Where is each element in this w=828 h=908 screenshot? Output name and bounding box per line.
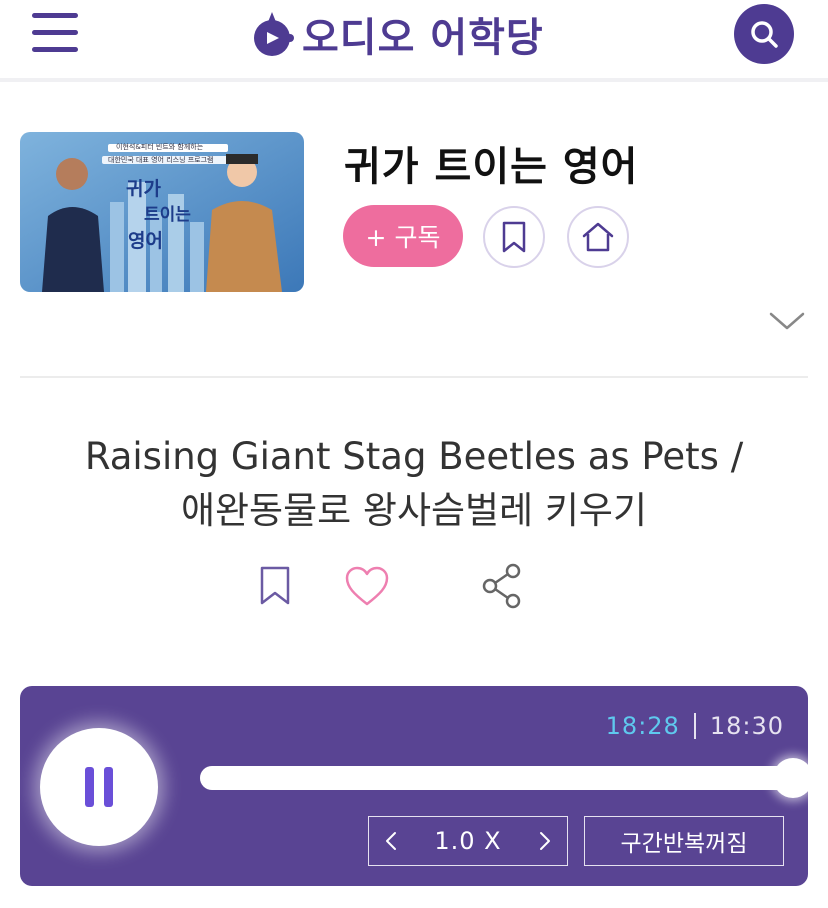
total-time: 18:30 [709, 712, 784, 740]
pause-button[interactable] [40, 728, 158, 846]
episode-like-button[interactable] [343, 562, 391, 610]
pause-icon [85, 767, 113, 807]
heart-icon [345, 566, 389, 606]
thumbnail-tagline: 이현석&피터 빈트와 함께하는 [116, 143, 204, 151]
thumbnail-logo-line3: 영어 [128, 230, 163, 252]
share-icon [482, 563, 521, 609]
episode-title: Raising Giant Stag Beetles as Pets / 애완동… [40, 430, 788, 538]
thumbnail-logo-line1: 귀가 [126, 178, 161, 200]
time-separator [693, 713, 696, 739]
bookmark-icon [260, 566, 290, 605]
logo-text: 오디오 어학당 [302, 15, 544, 61]
episode-title-korean: 애완동물로 왕사슴벌레 키우기 [180, 489, 648, 532]
speed-control: 1.0 X [368, 816, 568, 866]
program-bookmark-button[interactable] [483, 206, 545, 268]
bookmark-icon [502, 221, 526, 253]
app-logo[interactable]: 오디오 어학당 [252, 6, 544, 62]
section-repeat-button[interactable]: 구간반복꺼짐 [584, 816, 784, 866]
chevron-right-icon[interactable] [537, 829, 553, 853]
search-button[interactable] [734, 4, 794, 64]
program-home-button[interactable] [567, 206, 629, 268]
program-thumbnail[interactable]: 이현석&피터 빈트와 함께하는 대한민국 대표 영어 리스닝 프로그램 귀가 트… [20, 132, 304, 292]
home-icon [582, 222, 614, 252]
episode-bookmark-button[interactable] [251, 562, 299, 610]
top-header: 오디오 어학당 [0, 0, 828, 78]
current-time: 18:28 [605, 712, 680, 740]
program-title: 귀가 트이는 영어 [344, 144, 639, 190]
chevron-down-icon [769, 312, 805, 330]
expand-description-button[interactable] [768, 308, 806, 334]
speed-value: 1.0 X [434, 827, 502, 855]
audio-player: 18:28 18:30 1.0 X 구간반복꺼짐 [20, 686, 813, 886]
time-display: 18:28 18:30 [606, 712, 784, 740]
progress-knob[interactable] [772, 758, 813, 798]
search-icon [751, 21, 778, 48]
header-divider [0, 78, 828, 82]
thumbnail-logo-line2: 트이는 [144, 205, 191, 225]
progress-bar[interactable] [200, 758, 813, 798]
thumbnail-subtitle: 대한민국 대표 영어 리스닝 프로그램 [108, 156, 214, 164]
section-divider [20, 376, 808, 378]
chevron-left-icon[interactable] [383, 829, 399, 853]
progress-fill [200, 766, 793, 790]
subscribe-button[interactable]: + 구독 [343, 205, 463, 267]
logo-mark-icon [254, 12, 294, 56]
episode-title-english: Raising Giant Stag Beetles as Pets / [84, 435, 744, 478]
episode-share-button[interactable] [478, 562, 526, 610]
hamburger-menu-icon[interactable] [32, 13, 80, 52]
